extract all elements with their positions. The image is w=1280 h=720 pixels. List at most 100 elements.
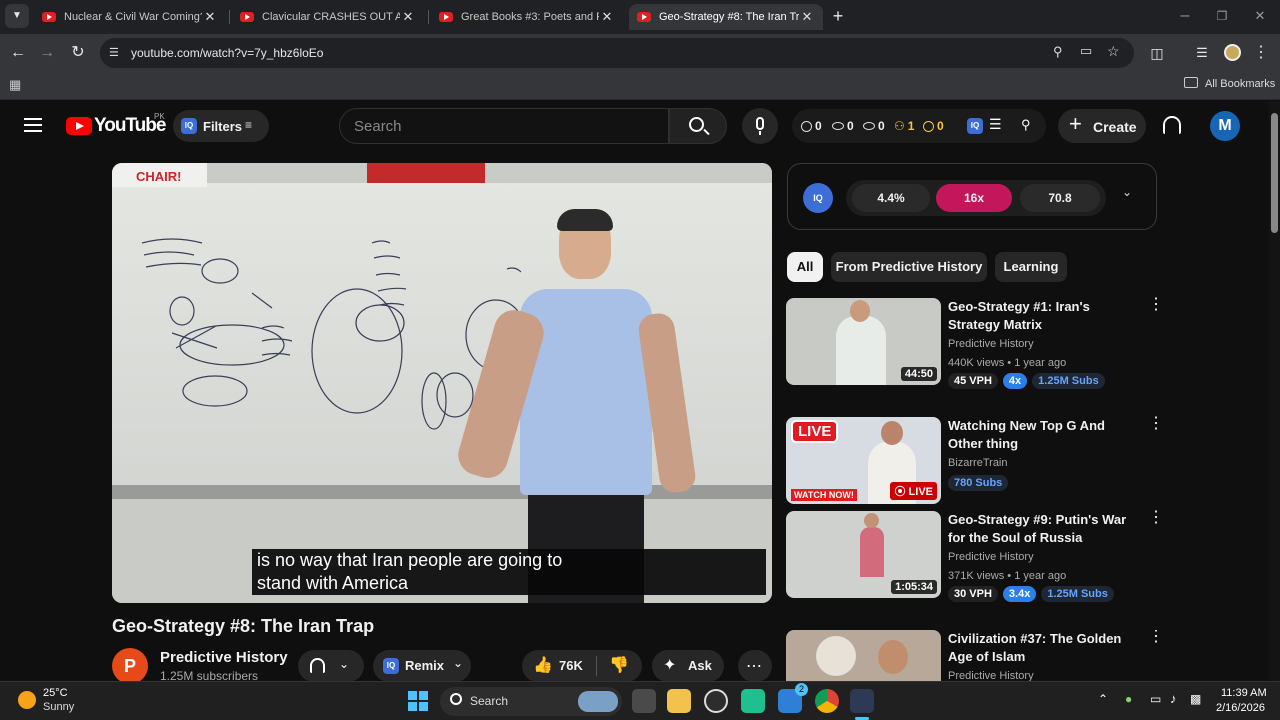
- reload-icon[interactable]: ↻: [66, 41, 90, 65]
- microphone-tray-icon[interactable]: ●: [1125, 692, 1132, 706]
- close-icon[interactable]: ✕: [202, 9, 218, 25]
- apps-grid-icon[interactable]: ▦: [9, 77, 21, 93]
- search-button[interactable]: [669, 108, 727, 144]
- channel-name[interactable]: Predictive History: [160, 649, 288, 666]
- all-bookmarks-link[interactable]: All Bookmarks: [1205, 78, 1275, 90]
- store-app-icon[interactable]: [741, 689, 765, 713]
- channel-avatar[interactable]: P: [112, 648, 148, 684]
- network-icon[interactable]: ▭: [1150, 692, 1161, 706]
- chevron-up-icon[interactable]: ⌃: [1098, 692, 1108, 706]
- more-vertical-icon[interactable]: ⋮: [1148, 510, 1164, 526]
- list-icon[interactable]: ☰: [989, 116, 1002, 133]
- video-thumbnail[interactable]: 1:05:34: [786, 511, 941, 598]
- iq-stats-bar[interactable]: 0 0 0 ⚇ 1 0 IQ ☰ ⚲: [792, 109, 1046, 143]
- close-icon[interactable]: ✕: [400, 9, 416, 25]
- video-player[interactable]: CHAIR! is no way that Iran people are go…: [112, 163, 772, 603]
- search-input[interactable]: Search: [339, 108, 669, 144]
- chip-all[interactable]: All: [787, 252, 823, 282]
- rec-channel[interactable]: Predictive History: [948, 338, 1034, 350]
- file-explorer-icon[interactable]: [667, 689, 691, 713]
- rec-channel[interactable]: BizarreTrain: [948, 457, 1008, 469]
- media-control-icon[interactable]: ☰: [1190, 41, 1214, 65]
- bookmark-star-icon[interactable]: ☆: [1107, 43, 1120, 60]
- close-icon[interactable]: ✕: [599, 9, 615, 25]
- weather-condition[interactable]: Sunny: [43, 701, 74, 713]
- more-vertical-icon[interactable]: ⋮: [1148, 297, 1164, 313]
- video-thumbnail[interactable]: [786, 630, 941, 681]
- subscribed-button[interactable]: ⌄: [298, 650, 364, 682]
- battery-icon[interactable]: ▩: [1190, 692, 1201, 706]
- minimize-icon[interactable]: –: [1173, 4, 1197, 28]
- iq-circle-icon[interactable]: IQ: [803, 183, 833, 213]
- browser-tab-active[interactable]: Geo-Strategy #8: The Iran Trap ✕: [629, 4, 823, 30]
- new-tab-icon[interactable]: +: [826, 4, 850, 28]
- browser-tab[interactable]: Clavicular CRASHES OUT After ✕: [232, 4, 424, 30]
- voice-search-button[interactable]: [742, 108, 778, 144]
- scrollbar-thumb[interactable]: [1271, 113, 1278, 233]
- clock-icon: [801, 120, 812, 132]
- like-button[interactable]: 👍 76K: [522, 650, 594, 682]
- forward-arrow-icon[interactable]: →: [35, 41, 59, 65]
- more-vertical-icon[interactable]: ⋮: [1148, 630, 1158, 645]
- extensions-icon[interactable]: ◫: [1145, 41, 1169, 65]
- trophy-icon[interactable]: ⚲: [1021, 117, 1031, 133]
- notifications-bell-icon[interactable]: [1163, 116, 1181, 134]
- install-app-icon[interactable]: ▭: [1080, 43, 1092, 59]
- address-bar[interactable]: ☰ youtube.com/watch?v=7y_hbz6loEo ⚲ ▭ ☆: [100, 38, 1134, 68]
- recommendation-item[interactable]: LIVE WATCH NOW! ⦿ LIVE Watching New Top …: [786, 416, 1164, 507]
- close-icon[interactable]: ✕: [799, 9, 815, 25]
- filters-button[interactable]: IQ Filters ≡: [173, 110, 269, 142]
- rec-channel[interactable]: Predictive History: [948, 670, 1034, 681]
- video-thumbnail[interactable]: LIVE WATCH NOW! ⦿ LIVE: [786, 417, 941, 504]
- youtube-logo[interactable]: YouTube PK: [66, 112, 166, 138]
- clock-date[interactable]: 2/16/2026: [1216, 702, 1265, 714]
- chip-from-predictive-history[interactable]: From Predictive History: [831, 252, 987, 282]
- create-button[interactable]: + Create: [1058, 109, 1146, 143]
- page-scrollbar[interactable]: [1269, 101, 1280, 681]
- profile-avatar[interactable]: [1224, 44, 1241, 61]
- ask-button[interactable]: ✦ Ask: [652, 650, 724, 682]
- tab-list-chevron-icon[interactable]: ▼: [5, 4, 29, 28]
- task-view-icon[interactable]: [632, 689, 656, 713]
- taskbar-search-box[interactable]: Search: [440, 687, 622, 716]
- window-close-icon[interactable]: ✕: [1248, 4, 1272, 28]
- hamburger-menu-icon[interactable]: [24, 118, 42, 132]
- weather-sun-icon[interactable]: [18, 691, 36, 709]
- chevron-down-icon[interactable]: ⌄: [1122, 185, 1132, 199]
- mail-app-icon[interactable]: 2: [778, 683, 808, 713]
- iq-stat-pill[interactable]: 4.4%: [852, 184, 930, 212]
- video-thumbnail[interactable]: 44:50: [786, 298, 941, 385]
- rec-title[interactable]: Geo-Strategy #9: Putin's War for the Sou…: [948, 511, 1143, 547]
- back-arrow-icon[interactable]: ←: [6, 41, 30, 65]
- dislike-button[interactable]: 👎: [600, 650, 640, 682]
- site-info-icon[interactable]: ☰: [109, 46, 119, 59]
- recommendation-item[interactable]: Civilization #37: The Golden Age of Isla…: [786, 630, 1158, 681]
- rec-title[interactable]: Civilization #37: The Golden Age of Isla…: [948, 630, 1143, 666]
- rec-channel[interactable]: Predictive History: [948, 551, 1034, 563]
- iq-stat-pill[interactable]: 70.8: [1020, 184, 1100, 212]
- recommendation-item[interactable]: 44:50 Geo-Strategy #1: Iran's Strategy M…: [786, 297, 1164, 398]
- start-windows-icon[interactable]: [408, 691, 428, 711]
- browser-menu-icon[interactable]: ⋮: [1249, 41, 1273, 65]
- volume-icon[interactable]: ♪: [1170, 691, 1177, 706]
- iq-stat-pill-highlight[interactable]: 16x: [936, 184, 1012, 212]
- zoom-icon[interactable]: ⚲: [1053, 44, 1063, 60]
- url-text[interactable]: youtube.com/watch?v=7y_hbz6loEo: [131, 46, 323, 60]
- browser-tab[interactable]: Nuclear & Civil War Coming? C ✕: [34, 4, 226, 30]
- temperature[interactable]: 25°C: [43, 687, 68, 699]
- chat-app-icon[interactable]: [704, 689, 728, 713]
- more-vertical-icon[interactable]: ⋮: [1148, 416, 1164, 432]
- more-actions-button[interactable]: ⋯: [738, 650, 772, 682]
- chip-learning[interactable]: Learning: [995, 252, 1067, 282]
- recommendation-item[interactable]: 1:05:34 Geo-Strategy #9: Putin's War for…: [786, 510, 1164, 611]
- chrome-icon[interactable]: [815, 689, 839, 713]
- rec-title[interactable]: Geo-Strategy #1: Iran's Strategy Matrix: [948, 298, 1143, 334]
- rec-title[interactable]: Watching New Top G And Other thing: [948, 417, 1143, 453]
- game-app-icon[interactable]: [850, 689, 874, 713]
- remix-button[interactable]: IQ Remix ⌄: [373, 650, 471, 682]
- restore-icon[interactable]: ❐: [1210, 4, 1234, 28]
- iq-logo-icon[interactable]: IQ: [967, 118, 983, 134]
- clock-time[interactable]: 11:39 AM: [1221, 687, 1267, 699]
- browser-tab[interactable]: Great Books #3: Poets and Prop ✕: [431, 4, 623, 30]
- account-avatar[interactable]: M: [1210, 111, 1240, 141]
